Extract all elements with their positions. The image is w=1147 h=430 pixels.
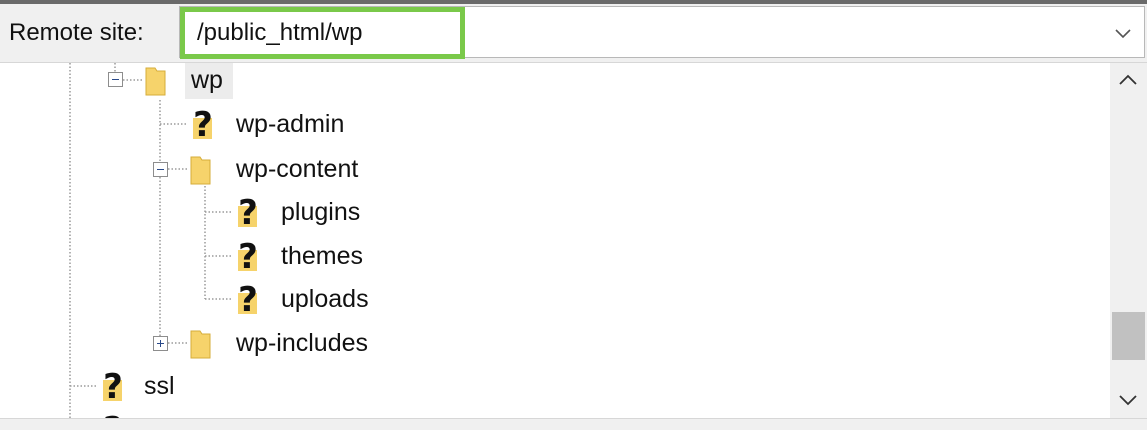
- question-folder-icon: ?: [103, 368, 123, 404]
- tree-node-partial[interactable]: ?: [0, 409, 200, 418]
- tree-node-label[interactable]: wp-includes: [236, 323, 368, 363]
- question-folder-icon: ?: [103, 411, 123, 418]
- tree-node-wp-admin[interactable]: ? wp-admin: [0, 104, 600, 144]
- tree-node-wp-content[interactable]: wp-content: [0, 149, 600, 189]
- tree-node-label[interactable]: wp: [191, 63, 223, 100]
- horizontal-scroll-area: [0, 418, 1147, 430]
- tree-node-themes[interactable]: ? themes: [0, 236, 600, 276]
- chevron-up-icon[interactable]: [1110, 63, 1147, 99]
- remote-site-path-value[interactable]: /public_html/wp: [180, 7, 465, 59]
- tree-node-ssl[interactable]: ? ssl: [0, 366, 600, 406]
- scrollbar-thumb[interactable]: [1112, 312, 1145, 360]
- folder-icon: [190, 330, 211, 359]
- tree-node-label[interactable]: ssl: [144, 366, 175, 406]
- question-folder-icon: ?: [238, 281, 258, 317]
- svg-text:?: ?: [103, 368, 123, 404]
- remote-site-label: Remote site:: [9, 19, 144, 46]
- tree-node-label[interactable]: uploads: [281, 279, 369, 319]
- svg-text:?: ?: [238, 238, 258, 274]
- svg-text:?: ?: [103, 411, 123, 418]
- remote-directory-tree[interactable]: wp ? wp-admin wp-content ? plugins ? the…: [0, 63, 1110, 418]
- tree-node-wp-includes[interactable]: wp-includes: [0, 323, 600, 363]
- collapse-icon[interactable]: [108, 72, 123, 87]
- tree-node-label[interactable]: wp-content: [236, 149, 358, 189]
- folder-icon: [145, 67, 166, 96]
- svg-text:?: ?: [238, 194, 258, 230]
- chevron-down-icon[interactable]: [1112, 22, 1134, 44]
- tree-node-label[interactable]: plugins: [281, 192, 360, 232]
- question-folder-icon: ?: [238, 238, 258, 274]
- tree-node-wp[interactable]: wp: [0, 63, 600, 100]
- tree-node-plugins[interactable]: ? plugins: [0, 192, 600, 232]
- svg-text:?: ?: [238, 281, 258, 317]
- remote-site-bar: Remote site: /public_html/wp: [0, 4, 1147, 63]
- collapse-icon[interactable]: [153, 162, 168, 177]
- expand-icon[interactable]: [153, 336, 168, 351]
- remote-site-path-combobox[interactable]: /public_html/wp: [179, 6, 1145, 59]
- folder-icon: [190, 156, 211, 185]
- question-folder-icon: ?: [238, 194, 258, 230]
- question-folder-icon: ?: [193, 106, 213, 142]
- svg-text:?: ?: [193, 106, 213, 142]
- chevron-down-icon[interactable]: [1110, 382, 1147, 418]
- tree-node-uploads[interactable]: ? uploads: [0, 279, 600, 319]
- tree-node-label[interactable]: themes: [281, 236, 363, 276]
- vertical-scrollbar[interactable]: [1110, 63, 1147, 418]
- tree-node-label[interactable]: wp-admin: [236, 104, 344, 144]
